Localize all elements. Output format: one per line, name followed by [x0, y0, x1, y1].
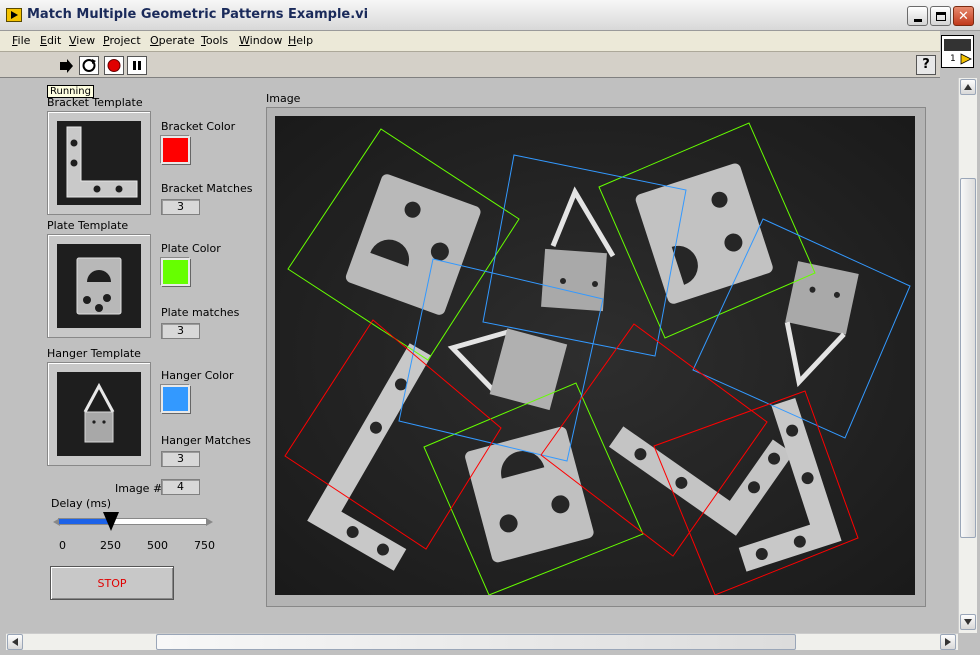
hanger-matches-indicator: 3	[161, 451, 200, 467]
chevron-up-icon	[964, 84, 972, 90]
hanger-template-display	[47, 362, 151, 466]
plate-matches-label: Plate matches	[161, 306, 240, 319]
run-continuously-button[interactable]	[79, 56, 99, 75]
maximize-button[interactable]	[930, 6, 951, 26]
plate-template-image	[57, 244, 141, 328]
scroll-left-button[interactable]	[7, 634, 23, 650]
delay-tick-500: 500	[147, 539, 168, 552]
hanger-matches-label: Hanger Matches	[161, 434, 251, 447]
bracket-color-box[interactable]	[161, 136, 190, 164]
maximize-icon	[935, 11, 946, 21]
menu-project[interactable]: Project	[103, 34, 141, 47]
hanger-template-image	[57, 372, 141, 456]
abort-stop-icon	[107, 59, 121, 72]
chevron-left-icon	[12, 638, 18, 646]
vertical-scrollbar[interactable]	[958, 78, 977, 633]
chevron-down-icon	[964, 619, 972, 625]
pause-button[interactable]	[127, 56, 147, 75]
bracket-template-display	[47, 111, 151, 215]
run-continuously-icon	[82, 59, 96, 72]
bracket-color-label: Bracket Color	[161, 120, 236, 133]
labview-vi-icon	[6, 8, 22, 22]
close-icon: ✕	[958, 8, 969, 24]
delay-tick-250: 250	[100, 539, 121, 552]
scroll-down-button[interactable]	[960, 614, 976, 630]
bracket-template-image	[57, 121, 141, 205]
image-display[interactable]	[275, 116, 915, 596]
horizontal-scroll-thumb[interactable]	[156, 634, 796, 650]
menu-bar: File Edit View Project Operate Tools Win…	[0, 31, 940, 52]
slider-right-arrow-icon[interactable]	[206, 518, 214, 526]
stop-button[interactable]: STOP	[50, 566, 174, 600]
delay-tick-750: 750	[194, 539, 215, 552]
bracket-matches-label: Bracket Matches	[161, 182, 253, 195]
pattern-match-image	[275, 116, 915, 596]
menu-edit[interactable]: Edit	[40, 34, 61, 47]
vertical-scroll-thumb[interactable]	[960, 178, 976, 538]
scroll-up-button[interactable]	[960, 79, 976, 95]
hanger-color-box[interactable]	[161, 385, 190, 413]
bracket-matches-indicator: 3	[161, 199, 200, 215]
abort-button[interactable]	[104, 56, 124, 75]
delay-label: Delay (ms)	[51, 497, 112, 510]
menu-view[interactable]: View	[69, 34, 95, 47]
plate-color-label: Plate Color	[161, 242, 221, 255]
context-help-button[interactable]: ?	[916, 55, 936, 75]
image-number-label: Image #	[115, 482, 163, 495]
menu-tools[interactable]: Tools	[201, 34, 228, 47]
image-label: Image	[266, 92, 301, 105]
plate-color-box[interactable]	[161, 258, 190, 286]
hanger-template-label: Hanger Template	[47, 347, 141, 360]
pause-icon	[133, 61, 141, 70]
vi-play-icon	[960, 53, 972, 65]
plate-template-label: Plate Template	[47, 219, 129, 232]
horizontal-scrollbar[interactable]	[6, 633, 958, 650]
window-title: Match Multiple Geometric Patterns Exampl…	[27, 7, 369, 22]
delay-tick-0: 0	[59, 539, 66, 552]
bracket-template-label: Bracket Template	[47, 96, 143, 109]
run-arrow-icon	[60, 59, 73, 73]
hanger-color-label: Hanger Color	[161, 369, 234, 382]
chevron-right-icon	[945, 638, 951, 646]
plate-template-display	[47, 234, 151, 338]
menu-window[interactable]: Window	[239, 34, 282, 47]
menu-operate[interactable]: Operate	[150, 34, 195, 47]
run-button[interactable]	[56, 57, 76, 75]
delay-slider-thumb[interactable]	[103, 512, 119, 532]
menu-help[interactable]: Help	[288, 34, 313, 47]
vi-icon-graphic	[944, 39, 971, 51]
title-bar: Match Multiple Geometric Patterns Exampl…	[0, 0, 980, 31]
scroll-right-button[interactable]	[940, 634, 956, 650]
minimize-icon	[913, 18, 922, 22]
close-button[interactable]: ✕	[953, 6, 974, 26]
menu-file[interactable]: File	[12, 34, 30, 47]
vi-icon-number: 1	[950, 54, 956, 64]
plate-matches-indicator: 3	[161, 323, 200, 339]
image-number-indicator: 4	[161, 479, 200, 495]
minimize-button[interactable]	[907, 6, 928, 26]
vi-connector-icon[interactable]: 1	[941, 35, 974, 68]
